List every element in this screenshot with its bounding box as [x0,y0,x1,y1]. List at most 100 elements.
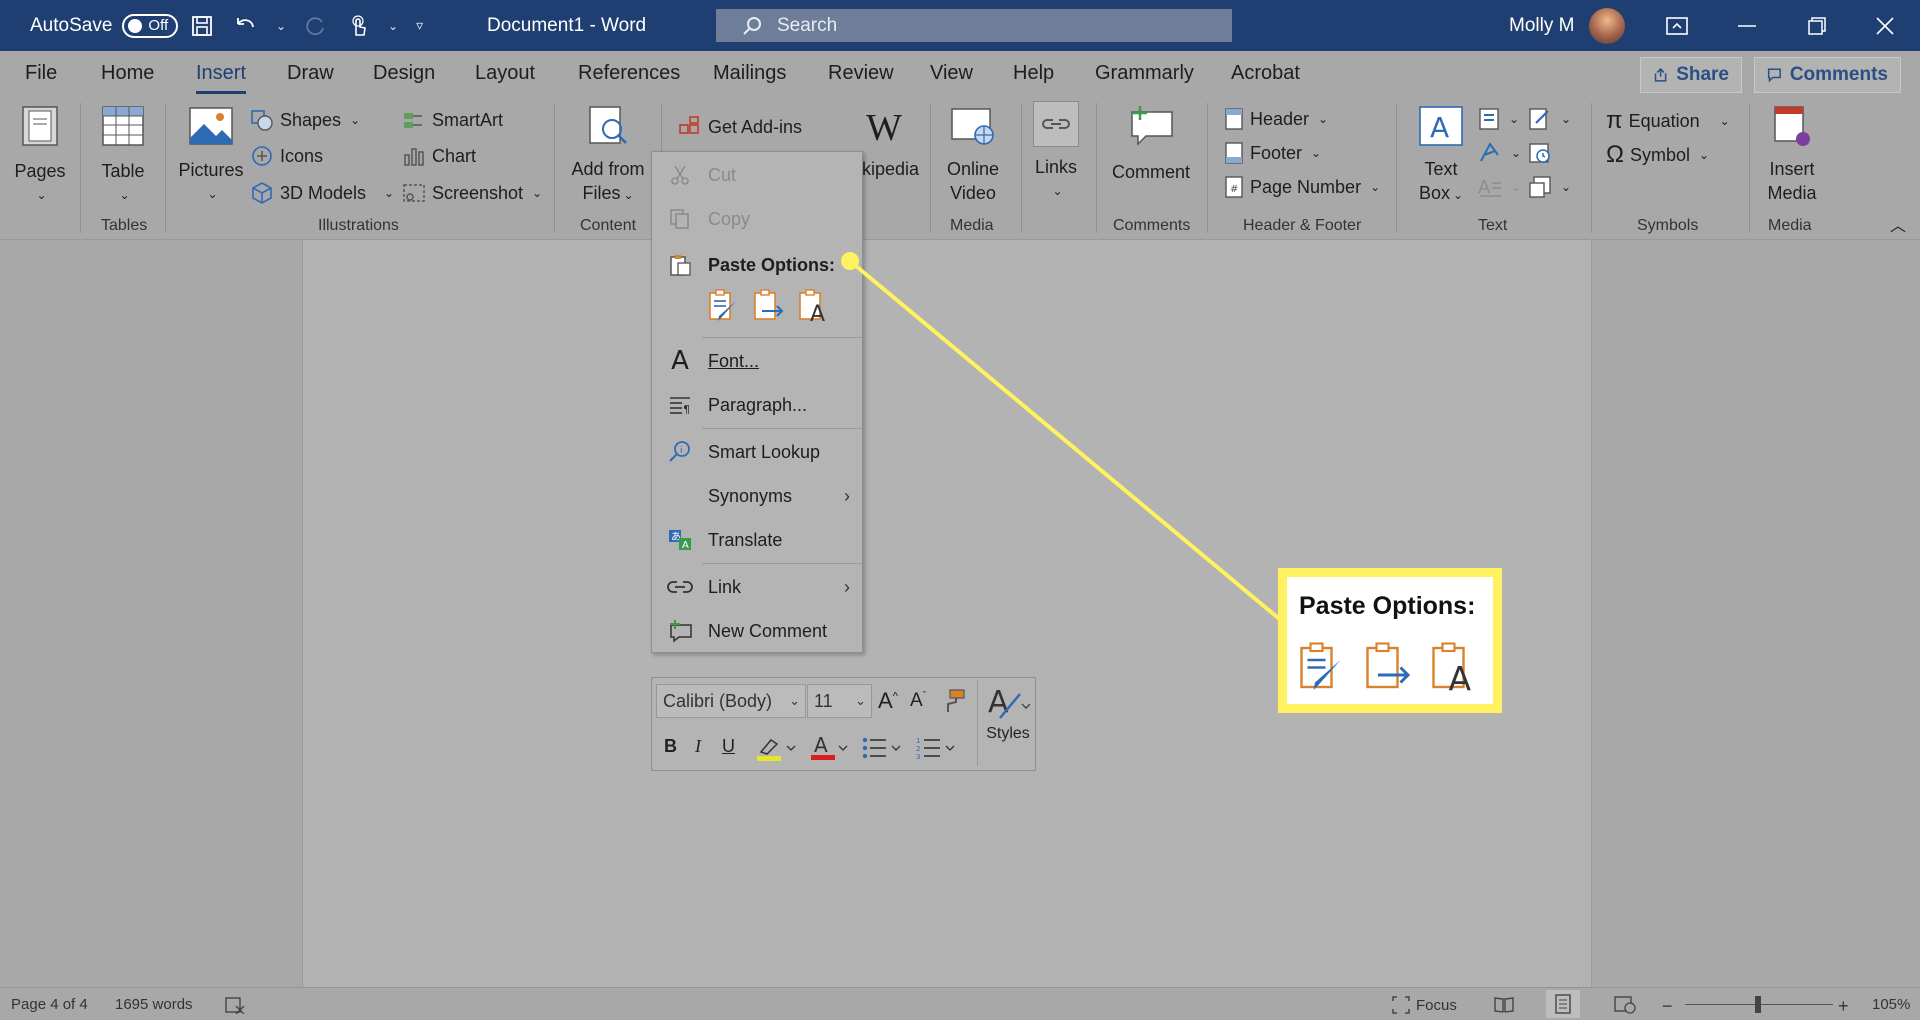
screenshot-button[interactable]: Screenshot ⌄ [402,181,542,205]
tab-references[interactable]: References [578,62,680,85]
quick-parts-button[interactable]: ⌄ [1478,107,1519,131]
touch-dropdown-icon[interactable]: ⌄ [388,19,398,33]
highlight-icon[interactable] [757,734,799,767]
tab-help[interactable]: Help [1013,62,1054,85]
restore-icon[interactable] [1782,0,1852,51]
page-number-button[interactable]: # Page Number ⌄ [1224,175,1380,199]
ribbon-display-options-icon[interactable] [1642,0,1712,51]
add-from-files-button[interactable]: Add from Files ⌄ [566,103,650,207]
page-indicator[interactable]: Page 4 of 4 [11,996,88,1013]
grow-font-icon[interactable]: A^ [878,688,898,714]
customize-toolbar-icon[interactable]: ▿ [416,17,423,34]
tab-review[interactable]: Review [828,62,894,85]
minimize-icon[interactable] [1712,0,1782,51]
share-button[interactable]: Share [1640,57,1742,93]
menu-item-paragraph[interactable]: ¶ Paragraph... [652,385,862,425]
pages-label: Pages [14,161,66,181]
links-button[interactable]: Links ⌄ [1032,101,1080,203]
close-icon[interactable] [1850,0,1920,51]
menu-item-translate[interactable]: あA Translate [652,520,862,560]
smartart-button[interactable]: SmartArt [402,109,503,131]
bullets-icon[interactable] [862,736,904,765]
header-button[interactable]: Header ⌄ [1224,107,1328,131]
autosave-control[interactable]: AutoSave Off [30,0,179,51]
tab-draw[interactable]: Draw [287,62,334,85]
keep-text-only-icon[interactable]: A [797,287,829,328]
drop-cap-button[interactable]: A ⌄ [1478,175,1521,199]
underline-icon[interactable]: U [722,736,735,757]
font-size-select[interactable]: 11 ⌄ [807,684,872,718]
wordart-button[interactable]: ⌄ [1478,141,1521,165]
avatar[interactable] [1589,7,1625,44]
web-layout-icon[interactable] [1614,996,1636,1014]
tab-layout[interactable]: Layout [475,62,535,85]
icons-button[interactable]: Icons [250,145,323,167]
save-icon[interactable] [190,14,214,38]
pictures-button[interactable]: Pictures ⌄ [178,103,244,206]
menu-item-cut[interactable]: Cut [652,155,862,195]
italic-icon[interactable]: I [695,736,701,757]
format-painter-icon[interactable] [940,688,966,719]
shrink-font-icon[interactable]: Aˇ [910,690,926,712]
tab-file[interactable]: File [25,62,57,85]
menu-item-copy[interactable]: Copy [652,199,862,239]
svg-text:3: 3 [916,753,920,760]
tab-design[interactable]: Design [373,62,435,85]
tab-mailings[interactable]: Mailings [713,62,786,85]
zoom-out-icon[interactable]: − [1662,996,1673,1017]
menu-item-synonyms[interactable]: Synonyms › [652,476,862,516]
zoom-level[interactable]: 105% [1872,996,1910,1013]
font-color-icon[interactable]: A [811,732,851,767]
menu-item-font[interactable]: A Font... [652,341,862,381]
menu-item-link[interactable]: Link › [652,567,862,607]
equation-button[interactable]: π Equation ⌄ [1606,107,1730,135]
get-addins-button[interactable]: Get Add-ins [678,115,802,139]
tab-grammarly[interactable]: Grammarly [1095,62,1194,85]
numbering-icon[interactable]: 123 [916,736,958,765]
3d-models-button[interactable]: 3D Models ⌄ [250,181,394,205]
pages-button[interactable]: Pages ⌄ [12,103,68,207]
styles-button[interactable]: A Styles [984,684,1032,743]
undo-dropdown-icon[interactable]: ⌄ [276,19,286,33]
tab-acrobat[interactable]: Acrobat [1231,62,1300,85]
autosave-toggle[interactable]: Off [122,13,179,38]
comments-button[interactable]: Comments [1754,57,1901,93]
user-name[interactable]: Molly M [1509,0,1574,51]
comment-button[interactable]: Comment [1109,103,1193,184]
merge-formatting-icon[interactable] [752,287,784,328]
table-button[interactable]: Table ⌄ [93,103,153,207]
tab-view[interactable]: View [930,62,973,85]
separator [554,103,555,233]
font-name-select[interactable]: Calibri (Body) ⌄ [656,684,806,718]
comments-label: Comments [1789,64,1888,85]
signature-line-button[interactable]: ⌄ [1528,107,1571,131]
print-layout-icon[interactable] [1546,990,1580,1018]
insert-media-button[interactable]: Insert Media [1762,103,1822,205]
touch-mode-icon[interactable] [346,13,370,39]
search-box[interactable]: Search [716,9,1232,42]
online-video-button[interactable]: Online Video [944,103,1002,205]
zoom-slider-thumb[interactable] [1755,996,1761,1013]
text-box-button[interactable]: A Text Box ⌄ [1412,103,1470,207]
tab-insert[interactable]: Insert [196,62,247,94]
object-button[interactable]: ⌄ [1528,175,1571,199]
wikipedia-button[interactable]: W [852,105,916,151]
keep-source-formatting-icon[interactable] [707,287,739,328]
proofing-icon[interactable] [224,996,246,1014]
zoom-in-icon[interactable]: + [1838,996,1849,1017]
tab-home[interactable]: Home [101,62,154,85]
footer-button[interactable]: Footer ⌄ [1224,141,1321,165]
menu-item-new-comment[interactable]: New Comment [652,611,862,651]
shapes-button[interactable]: Shapes ⌄ [250,109,360,131]
date-time-button[interactable] [1528,141,1552,165]
bold-icon[interactable]: B [664,736,677,757]
undo-icon[interactable] [232,14,258,38]
read-mode-icon[interactable] [1494,996,1514,1014]
collapse-ribbon-icon[interactable]: ︿ [1890,215,1906,239]
symbol-button[interactable]: Ω Symbol ⌄ [1606,141,1709,169]
word-count[interactable]: 1695 words [115,996,193,1013]
chevron-down-icon: ⌄ [1561,180,1572,194]
chart-button[interactable]: Chart [402,145,476,167]
menu-item-smart-lookup[interactable]: i Smart Lookup [652,432,862,472]
focus-button[interactable]: Focus [1392,996,1457,1014]
